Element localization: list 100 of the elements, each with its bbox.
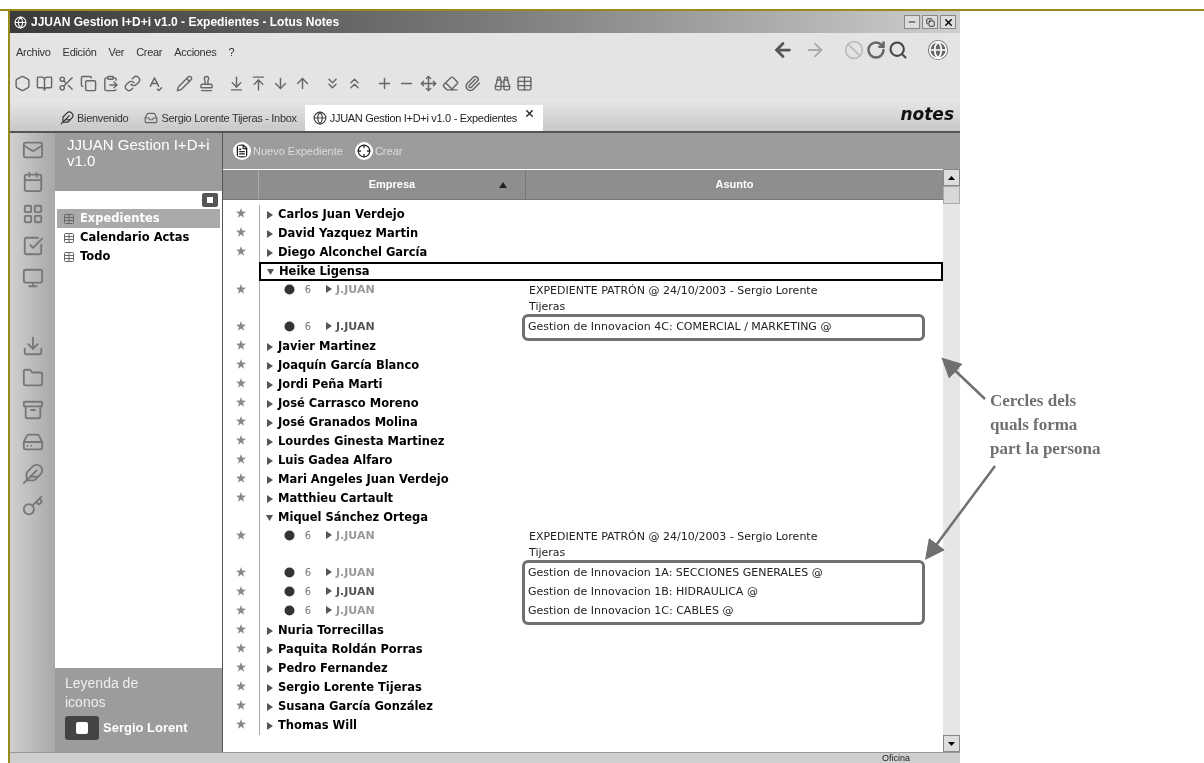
- arrow-down-line-icon[interactable]: [228, 74, 245, 92]
- expand-icon[interactable]: [325, 587, 332, 595]
- download-icon[interactable]: [21, 335, 44, 357]
- expand-icon[interactable]: [266, 626, 273, 635]
- navigator-item[interactable]: Todo: [57, 247, 220, 266]
- document-row[interactable]: 6 J.JUAN: [259, 564, 526, 583]
- expand-icon[interactable]: [325, 531, 332, 539]
- document-row[interactable]: 6 J.JUAN: [259, 318, 526, 337]
- close-button[interactable]: [940, 15, 956, 29]
- archive-icon[interactable]: [21, 399, 44, 421]
- minimize-button[interactable]: [904, 15, 920, 29]
- expand-icon[interactable]: [325, 322, 332, 330]
- collapse-icon[interactable]: [267, 267, 274, 276]
- expand-icon[interactable]: [266, 475, 273, 484]
- tab[interactable]: JJUAN Gestion I+D+i v1.0 - Expedientes: [304, 105, 544, 131]
- expand-icon[interactable]: [266, 418, 273, 427]
- expand-icon[interactable]: [266, 683, 273, 692]
- dot-icon: [284, 567, 295, 578]
- scissors-icon[interactable]: [58, 74, 75, 92]
- expand-icon[interactable]: [266, 380, 273, 389]
- expand-icon[interactable]: [266, 494, 273, 503]
- paperclip-icon[interactable]: [464, 74, 481, 92]
- annotation-text: Cercles dels quals forma part la persona: [990, 390, 1101, 460]
- location-status[interactable]: Oficina: [882, 753, 910, 763]
- restore-button[interactable]: [922, 15, 938, 29]
- paste-icon[interactable]: [102, 74, 119, 92]
- hexagon-icon[interactable]: [14, 74, 31, 92]
- menu-item[interactable]: Ver: [108, 43, 125, 61]
- scroll-up-icon[interactable]: [948, 175, 955, 180]
- expand-icon[interactable]: [266, 721, 273, 730]
- globe-icon[interactable]: [928, 40, 948, 60]
- user-name: Sergio Lorent: [103, 719, 188, 738]
- expand-icon[interactable]: [266, 702, 273, 711]
- brand-logo: notes: [900, 102, 954, 126]
- view-icon: [63, 212, 75, 225]
- expand-icon[interactable]: [266, 645, 273, 654]
- search-icon[interactable]: [888, 40, 908, 60]
- collapse-icon[interactable]: [266, 513, 273, 522]
- scroll-down-icon[interactable]: [948, 741, 955, 746]
- expand-icon[interactable]: [266, 248, 273, 257]
- expand-icon[interactable]: [266, 361, 273, 370]
- expand-icon[interactable]: [266, 456, 273, 465]
- view-icon: [63, 231, 75, 244]
- pencil-icon[interactable]: [176, 74, 193, 92]
- database-title: JJUAN Gestion I+D+i v1.0: [67, 136, 210, 169]
- expand-icon[interactable]: [325, 606, 332, 614]
- expand-icon[interactable]: [266, 229, 273, 238]
- tab[interactable]: Sergio Lorente Tijeras - Inbox: [136, 105, 305, 131]
- refresh-icon[interactable]: [866, 40, 886, 60]
- checklist-icon[interactable]: [21, 235, 44, 257]
- eraser-icon[interactable]: [442, 74, 459, 92]
- feather-icon[interactable]: [21, 463, 44, 485]
- menu-item[interactable]: Acciones: [174, 43, 217, 61]
- scrollbar-thumb[interactable]: [943, 186, 960, 204]
- navigator-item[interactable]: Calendario Actas: [57, 228, 220, 247]
- crosshair-icon: [354, 142, 373, 160]
- expand-icon[interactable]: [325, 285, 332, 293]
- category-row[interactable]: Heike Ligensa: [259, 262, 943, 281]
- copy-icon[interactable]: [80, 74, 97, 92]
- expand-icon[interactable]: [325, 568, 332, 576]
- stamp-icon[interactable]: [198, 74, 215, 92]
- monitor-icon[interactable]: [21, 267, 44, 289]
- subject: EXPEDIENTE PATRÓN @ 24/10/2003 - Sergio Lorente Tijeras: [529, 283, 819, 315]
- count: 6: [303, 567, 313, 578]
- move-icon[interactable]: [420, 74, 437, 92]
- tab[interactable]: Bienvenido: [52, 105, 137, 131]
- key-icon[interactable]: [21, 495, 44, 517]
- document-row[interactable]: 6 J.JUAN: [259, 527, 526, 564]
- table-icon[interactable]: [516, 74, 533, 92]
- dot-icon: [284, 530, 295, 541]
- binoculars-icon[interactable]: [494, 74, 511, 92]
- back-icon[interactable]: [772, 39, 794, 61]
- document-row[interactable]: 6 J.JUAN: [259, 602, 526, 621]
- menu-item[interactable]: ?: [228, 43, 235, 61]
- link-icon[interactable]: [124, 74, 141, 92]
- arrow: [941, 357, 986, 400]
- document-row[interactable]: 6 J.JUAN: [259, 281, 526, 318]
- mail-icon[interactable]: [21, 139, 44, 161]
- folder-icon[interactable]: [21, 367, 44, 389]
- count: 6: [303, 530, 313, 541]
- drive-icon[interactable]: [21, 431, 44, 453]
- expand-icon[interactable]: [266, 664, 273, 673]
- menu-item[interactable]: Edición: [62, 43, 97, 61]
- book-icon[interactable]: [36, 74, 53, 92]
- arrow-up-line-icon[interactable]: [250, 74, 267, 92]
- menu-item[interactable]: Crear: [136, 43, 163, 61]
- inbox-icon: [144, 111, 159, 125]
- document-row[interactable]: 6 J.JUAN: [259, 583, 526, 602]
- author: J.JUAN: [336, 605, 375, 616]
- sort-icon: [499, 181, 507, 188]
- expand-icon[interactable]: [266, 342, 273, 351]
- calendar-icon[interactable]: [21, 171, 44, 193]
- scrollbar[interactable]: [943, 169, 960, 752]
- expand-icon[interactable]: [266, 399, 273, 408]
- expand-icon[interactable]: [266, 437, 273, 446]
- grid-icon[interactable]: [21, 203, 44, 225]
- subject: Gestion de Innovacion 4C: COMERCIAL / MARKETING @: [528, 319, 832, 336]
- close-tab-icon[interactable]: [524, 108, 536, 119]
- menu-item[interactable]: Archivo: [16, 43, 51, 61]
- expand-icon[interactable]: [266, 210, 273, 219]
